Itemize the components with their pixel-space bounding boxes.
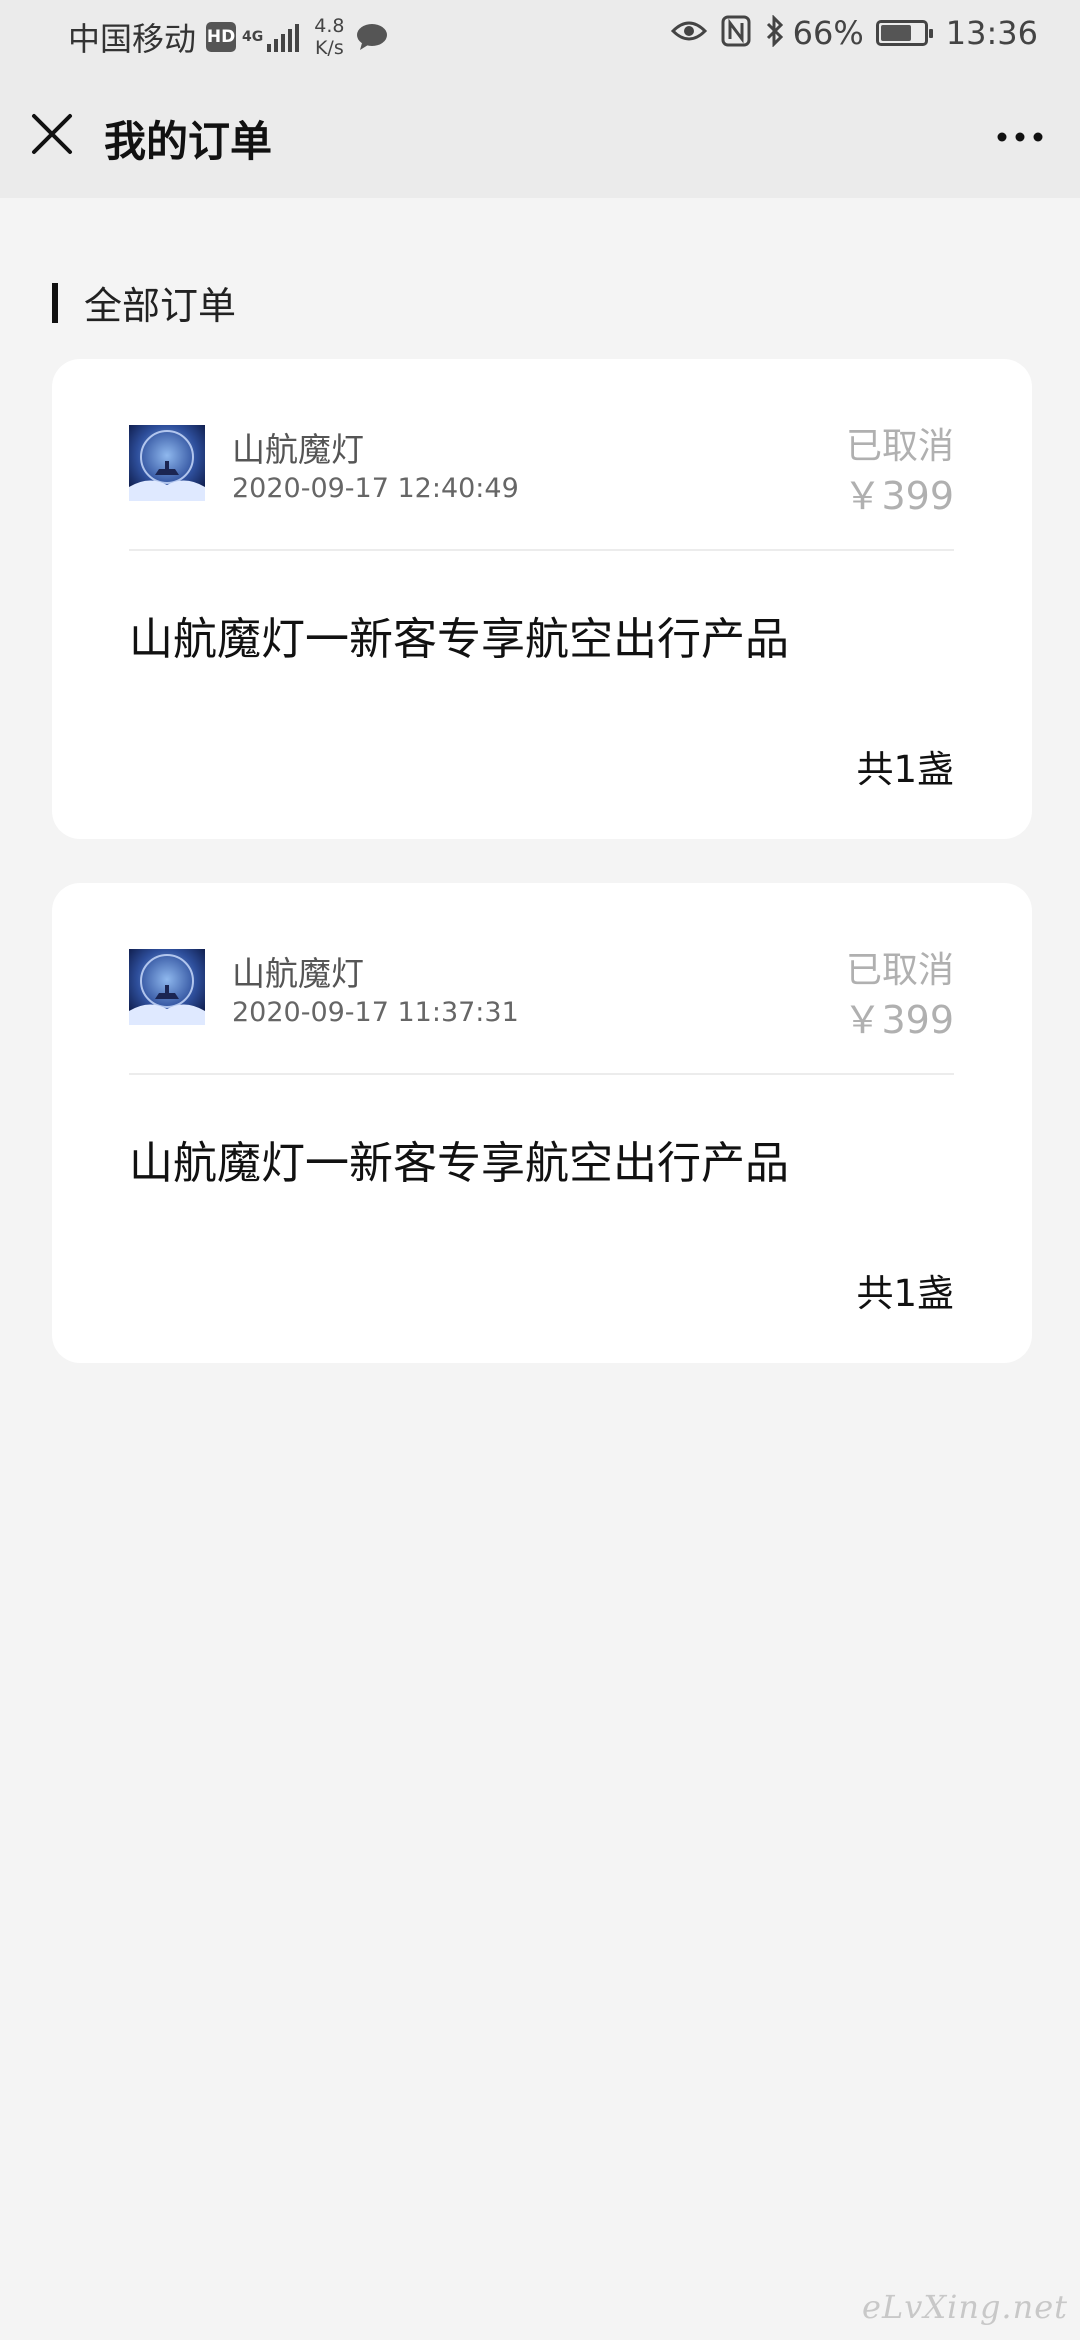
nfc-icon xyxy=(721,15,751,51)
speed-value: 4.8 xyxy=(314,15,345,37)
network-generation: 4G xyxy=(242,29,264,45)
section-header: 全部订单 xyxy=(52,275,236,330)
battery-level xyxy=(880,25,912,41)
order-status: 已取消 xyxy=(845,950,954,991)
status-left: 中国移动 HD 4G 4.8 K/s xyxy=(68,14,388,60)
more-button[interactable] xyxy=(990,112,1050,162)
item-count: 共1盏 xyxy=(856,748,954,791)
eye-icon xyxy=(670,19,707,47)
product-name: 山航魔灯一新客专享航空出行产品 xyxy=(129,614,789,665)
signal-icon xyxy=(267,22,302,52)
shop-name: 山航魔灯 xyxy=(232,430,364,469)
battery-percent: 66% xyxy=(792,14,864,52)
watermark: eLvXing.net xyxy=(862,2288,1068,2326)
close-icon xyxy=(32,114,72,154)
order-time: 2020-09-17 11:37:31 xyxy=(232,997,519,1028)
bluetooth-icon xyxy=(765,14,785,51)
order-card[interactable]: 山航魔灯 2020-09-17 12:40:49 已取消 ￥399 山航魔灯一新… xyxy=(52,359,1032,839)
divider xyxy=(129,549,954,551)
network-speed: 4.8 K/s xyxy=(314,15,344,59)
shop-logo xyxy=(129,425,205,501)
shop-name: 山航魔灯 xyxy=(232,954,364,993)
title-bar: 我的订单 xyxy=(0,78,1080,198)
item-count: 共1盏 xyxy=(856,1272,954,1315)
order-time: 2020-09-17 12:40:49 xyxy=(232,473,519,504)
close-button[interactable] xyxy=(26,108,78,160)
status-right: 66% 13:36 xyxy=(657,14,1038,52)
order-price: ￥399 xyxy=(843,998,954,1042)
order-card[interactable]: 山航魔灯 2020-09-17 11:37:31 已取消 ￥399 山航魔灯一新… xyxy=(52,883,1032,1363)
section-title: 全部订单 xyxy=(84,284,237,328)
order-status: 已取消 xyxy=(845,426,954,467)
product-name: 山航魔灯一新客专享航空出行产品 xyxy=(129,1138,789,1189)
speed-unit: K/s xyxy=(314,37,344,59)
order-price: ￥399 xyxy=(843,474,954,518)
chat-icon xyxy=(356,23,388,51)
carrier-name: 中国移动 xyxy=(68,20,197,58)
page-title: 我的订单 xyxy=(104,117,273,166)
status-bar: 中国移动 HD 4G 4.8 K/s 66% 13:36 xyxy=(0,0,1080,78)
battery-icon xyxy=(875,20,933,46)
hd-badge: HD xyxy=(206,22,237,52)
section-marker xyxy=(52,282,58,323)
shop-logo xyxy=(129,949,205,1025)
divider xyxy=(129,1073,954,1075)
clock: 13:36 xyxy=(945,14,1038,52)
more-icon xyxy=(997,132,1043,142)
